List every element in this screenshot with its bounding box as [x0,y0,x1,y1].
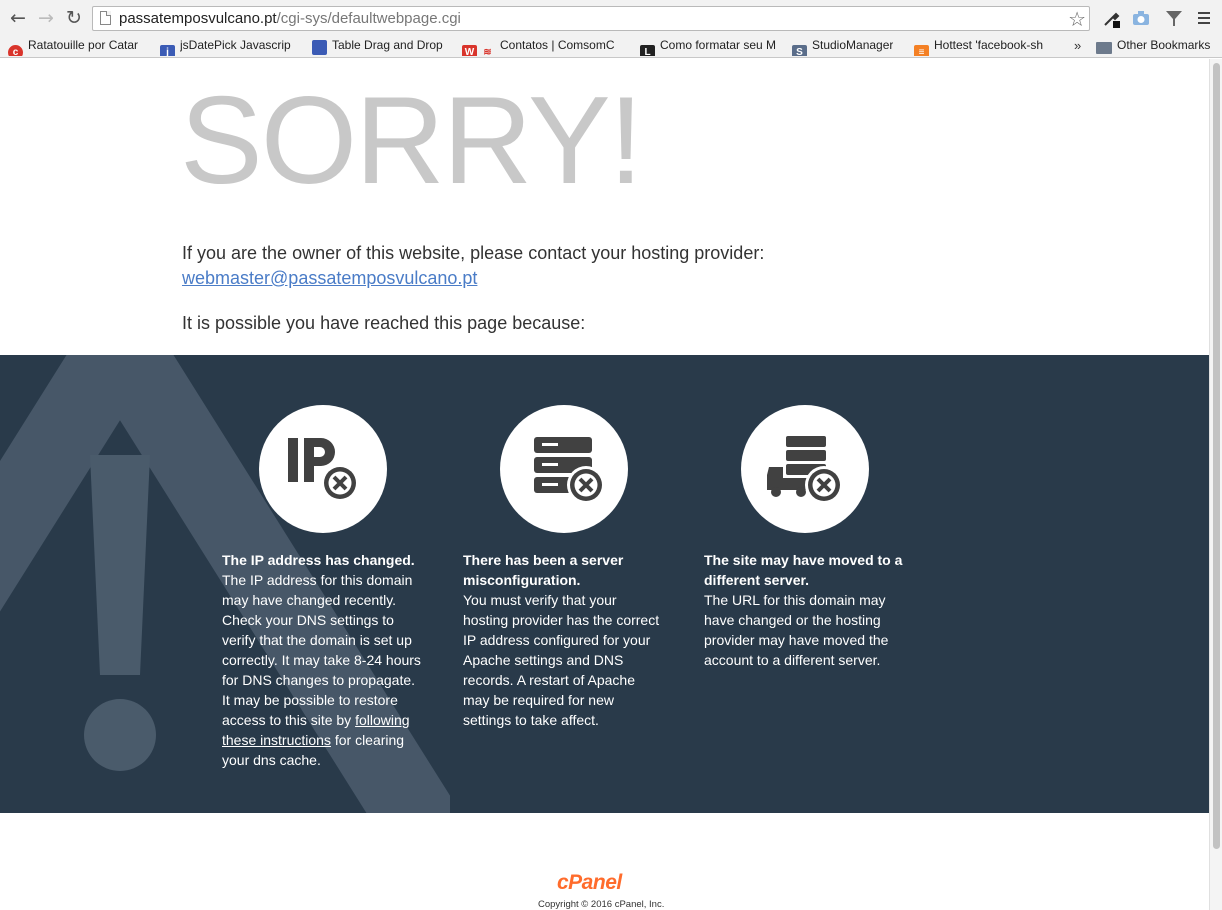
reason-ip-changed: The IP address has changed. The IP addre… [222,405,422,770]
bookmark-item[interactable]: cRatatouille por Catar [8,38,146,56]
webmaster-email-link[interactable]: webmaster@passatemposvulcano.pt [182,266,477,291]
bookmark-favicon-icon: ≡ [914,45,929,56]
bookmark-item[interactable]: W ≋Contatos | ComsomC [462,38,627,56]
bookmarks-bar: cRatatouille por Catar jjsDatePick Javas… [0,36,1222,58]
bookmarks-overflow-chevron[interactable]: » [1074,38,1081,53]
back-icon[interactable]: ← [8,8,28,28]
other-bookmarks-folder[interactable]: Other Bookmarks [1096,38,1216,56]
address-bar[interactable]: passatemposvulcano.pt/cgi-sys/defaultweb… [92,6,1090,31]
bookmark-favicon-icon: L [640,45,655,56]
copyright-text: Copyright © 2016 cPanel, Inc. [538,899,665,910]
bookmark-star-icon[interactable]: ☆ [1068,7,1086,31]
bookmark-favicon-icon: c [8,45,23,56]
bookmark-favicon-icon: j [160,45,175,56]
url-text[interactable]: passatemposvulcano.pt/cgi-sys/defaultweb… [119,10,461,27]
ip-error-icon [259,405,387,533]
camera-extension-icon[interactable] [1131,8,1151,28]
reason-intro: It is possible you have reached this pag… [182,313,586,333]
reason-body: The URL for this domain may have changed… [704,592,889,668]
vertical-scrollbar[interactable] [1209,59,1222,910]
cpanel-logo[interactable]: cPanel [557,871,622,895]
scrollbar-thumb[interactable] [1213,63,1220,849]
server-moved-icon [741,405,869,533]
bookmark-item[interactable]: jjsDatePick Javascrip [160,38,298,56]
bookmark-item[interactable]: ≡Hottest 'facebook-sh [914,38,1052,56]
page-title: SORRY! [180,72,643,210]
bookmark-item[interactable]: SStudioManager [792,38,904,56]
folder-icon [1096,42,1112,54]
browser-toolbar: ← → ↻ passatemposvulcano.pt/cgi-sys/defa… [0,0,1222,36]
server-error-icon [500,405,628,533]
eyedropper-extension-icon[interactable] [1102,8,1122,28]
bookmark-item[interactable]: LComo formatar seu M [640,38,778,56]
page-viewport: SORRY! If you are the owner of this webs… [0,59,1209,910]
reason-moved-server: The site may have moved to a different s… [704,405,904,670]
bookmark-favicon-icon: ≋ [483,47,492,56]
owner-message: If you are the owner of this website, pl… [182,243,765,263]
reason-body: You must verify that your hosting provid… [463,592,660,728]
reasons-band: The IP address has changed. The IP addre… [0,355,1209,813]
bookmark-favicon-icon [312,40,327,55]
reason-title: There has been a server misconfiguration… [463,552,624,588]
bookmark-favicon-icon: W [462,45,477,56]
reason-title: The IP address has changed. [222,552,415,568]
bookmark-item[interactable]: Table Drag and Drop [312,38,450,56]
funnel-extension-icon[interactable] [1164,8,1184,28]
reason-server-misconfiguration: There has been a server misconfiguration… [463,405,663,730]
reason-body: The IP address for this domain may have … [222,572,421,768]
reason-title: The site may have moved to a different s… [704,552,903,588]
reload-icon[interactable]: ↻ [64,8,84,28]
menu-icon[interactable] [1194,8,1214,28]
bookmark-favicon-icon: S [792,45,807,56]
forward-icon[interactable]: → [36,8,56,28]
page-icon [100,11,111,25]
